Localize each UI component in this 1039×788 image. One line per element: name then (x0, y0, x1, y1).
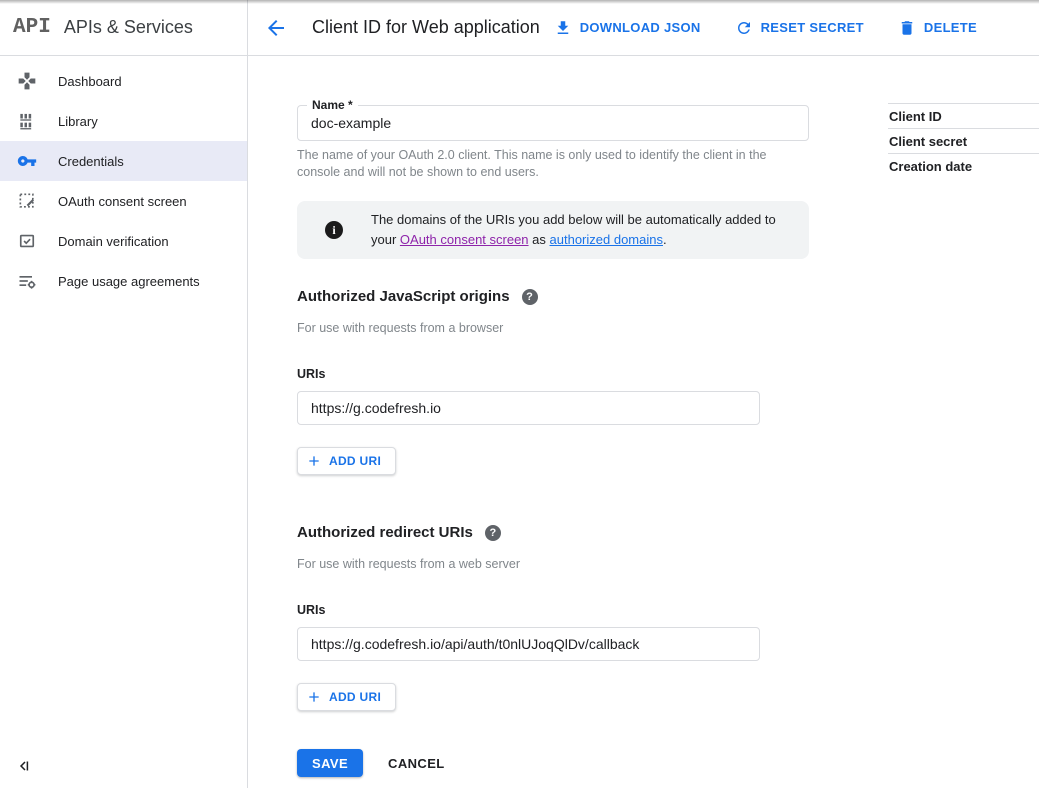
sidebar-item-credentials[interactable]: Credentials (0, 141, 247, 181)
redirect-uris-subtext: For use with requests from a web server (297, 557, 809, 571)
delete-label: DELETE (924, 20, 977, 35)
client-id-row: Client ID (888, 103, 1039, 128)
add-uri-label: ADD URI (329, 690, 381, 704)
download-json-button[interactable]: DOWNLOAD JSON (554, 19, 701, 37)
client-details-panel: Client ID Client secret Creation date (888, 103, 1039, 178)
info-icon (325, 221, 343, 239)
api-logo: API (13, 16, 51, 39)
product-name: APIs & Services (64, 17, 193, 38)
sidebar-item-library[interactable]: Library (0, 101, 247, 141)
add-js-origin-uri-button[interactable]: ADD URI (297, 447, 396, 475)
reset-secret-button[interactable]: RESET SECRET (735, 19, 864, 37)
domain-verification-icon (17, 231, 37, 251)
redirect-uris-heading: Authorized redirect URIs (297, 525, 473, 541)
save-button[interactable]: SAVE (297, 749, 363, 777)
collapse-sidebar-icon[interactable] (16, 757, 34, 775)
redirect-uris-heading-row: Authorized redirect URIs (297, 525, 809, 541)
info-text-after: . (663, 232, 667, 247)
main-content: Name * The name of your OAuth 2.0 client… (249, 56, 1039, 788)
plus-icon (306, 689, 322, 705)
name-field-label: Name * (307, 98, 358, 112)
name-input[interactable] (298, 106, 808, 140)
delete-button[interactable]: DELETE (898, 19, 977, 37)
info-banner: The domains of the URIs you add below wi… (297, 201, 809, 259)
library-icon (17, 111, 37, 131)
sidebar-item-label: Credentials (58, 154, 124, 169)
add-redirect-uri-button[interactable]: ADD URI (297, 683, 396, 711)
page-title: Client ID for Web application (312, 17, 540, 38)
js-origin-uri-field (297, 391, 760, 425)
add-uri-label: ADD URI (329, 454, 381, 468)
refresh-icon (735, 19, 753, 37)
redirect-uri-input[interactable] (298, 628, 759, 660)
plus-icon (306, 453, 322, 469)
key-icon (17, 151, 37, 171)
redirect-uris-label: URIs (297, 603, 809, 617)
sidebar-item-page-usage-agreements[interactable]: Page usage agreements (0, 261, 247, 301)
download-json-label: DOWNLOAD JSON (580, 20, 701, 35)
sidebar: Dashboard Library Credentials OAuth cons… (0, 56, 248, 788)
page-usage-icon (17, 271, 37, 291)
sidebar-item-label: Page usage agreements (58, 274, 200, 289)
sidebar-item-label: OAuth consent screen (58, 194, 187, 209)
reset-secret-label: RESET SECRET (761, 20, 864, 35)
help-icon[interactable] (522, 289, 538, 305)
client-id-form: Name * The name of your OAuth 2.0 client… (297, 56, 809, 777)
client-secret-row: Client secret (888, 128, 1039, 153)
authorized-domains-link[interactable]: authorized domains (550, 232, 663, 247)
trash-icon (898, 19, 916, 37)
name-helper-text: The name of your OAuth 2.0 client. This … (297, 147, 803, 181)
help-icon[interactable] (485, 525, 501, 541)
back-arrow-icon[interactable] (264, 16, 288, 40)
creation-date-row: Creation date (888, 153, 1039, 178)
info-text-middle: as (529, 232, 550, 247)
app-bar-main: Client ID for Web application DOWNLOAD J… (248, 0, 1039, 55)
js-origin-uri-input[interactable] (298, 392, 759, 424)
app-bar-actions: DOWNLOAD JSON RESET SECRET DELETE (554, 19, 1039, 37)
js-origins-heading: Authorized JavaScript origins (297, 289, 510, 305)
download-icon (554, 19, 572, 37)
sidebar-item-oauth-consent-screen[interactable]: OAuth consent screen (0, 181, 247, 221)
js-origins-uris-label: URIs (297, 367, 809, 381)
js-origins-heading-row: Authorized JavaScript origins (297, 289, 809, 305)
consent-screen-icon (17, 191, 37, 211)
oauth-consent-screen-link[interactable]: OAuth consent screen (400, 232, 529, 247)
redirect-uri-field (297, 627, 760, 661)
app-bar: API APIs & Services Client ID for Web ap… (0, 0, 1039, 56)
sidebar-item-label: Library (58, 114, 98, 129)
info-banner-text: The domains of the URIs you add below wi… (371, 210, 785, 250)
form-footer: SAVE CANCEL (297, 749, 809, 777)
sidebar-item-label: Dashboard (58, 74, 122, 89)
js-origins-subtext: For use with requests from a browser (297, 321, 809, 335)
sidebar-item-label: Domain verification (58, 234, 169, 249)
cancel-button[interactable]: CANCEL (388, 756, 445, 771)
sidebar-item-domain-verification[interactable]: Domain verification (0, 221, 247, 261)
name-field: Name * (297, 105, 809, 141)
sidebar-item-dashboard[interactable]: Dashboard (0, 61, 247, 101)
app-bar-branding: API APIs & Services (0, 0, 248, 55)
dashboard-icon (17, 71, 37, 91)
